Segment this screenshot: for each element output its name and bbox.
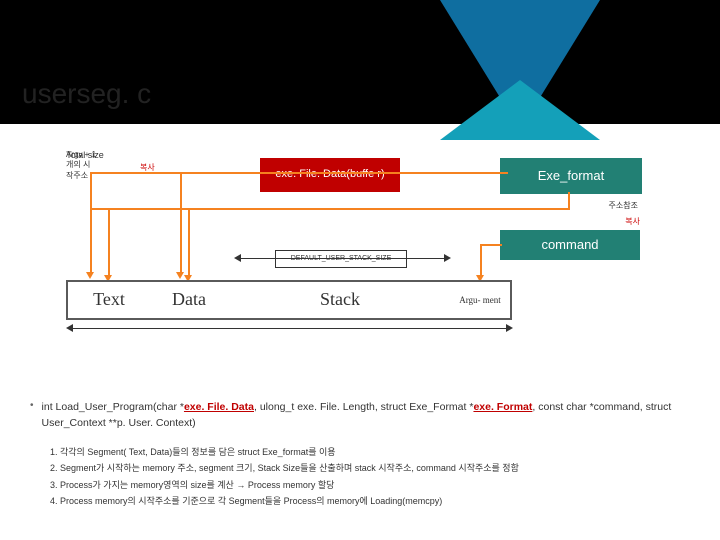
arrow-addrref-to-data [188,208,190,278]
signature-bullet: • int Load_User_Program(char *exe. File.… [30,400,690,440]
arrow-down-to-data [180,174,182,274]
arrow-down-to-text-head [86,272,94,279]
step-1: 각각의 Segment( Text, Data)들의 정보를 담은 struct… [60,446,690,459]
arrow-down-to-text [90,174,92,274]
exe-format-box: Exe_format [500,158,642,194]
arrow-addrref-h [90,208,568,210]
sig-arg-exefiledata: exe. File. Data [184,401,254,413]
command-box: command [500,230,640,260]
stack-size-span-left [234,254,241,262]
total-size-span [70,328,510,330]
sig-part-2: , ulong_t exe. File. Length, struct Exe_… [254,401,473,413]
stack-size-span-right [444,254,451,262]
step-4: Process memory의 시작주소를 기준으로 각 Segment들을 P… [60,495,690,508]
stack-size-span [238,258,448,260]
function-signature: int Load_User_Program(char *exe. File. D… [42,400,690,432]
total-size-span-left [66,324,73,332]
page-title: userseg. c [22,78,151,110]
arrow-down-to-data-head [176,272,184,279]
exe-file-data-box: exe. File. Data(buffe r) [260,158,400,192]
arrow-exe-to-segments-h [90,172,508,174]
segment-data: Data [148,280,232,320]
sig-part-1: int Load_User_Program(char * [42,401,184,413]
top-black-bar [0,0,720,70]
arrow-addrref-to-text [108,208,110,278]
step-list: 각각의 Segment( Text, Data)들의 정보를 담은 struct… [60,446,690,508]
step-3: Process가 가지는 memory영역의 size를 계산 → Proces… [60,479,690,492]
total-size-span-right [506,324,513,332]
code-description: • int Load_User_Program(char *exe. File.… [30,400,690,512]
sig-arg-exeformat: exe. Format [473,401,532,413]
segment-text: Text [66,280,152,320]
copy-label-2: 복사 [590,216,640,227]
arrow-addrref-drop [568,192,570,210]
header-decorative-wedge [440,0,600,130]
bullet-mark-icon: • [30,400,42,411]
memory-diagram: Argv + 1 개의 시작주소 복사 exe. File. Data(buff… [30,150,690,380]
slide-root: userseg. c Argv + 1 개의 시작주소 복사 exe. File… [0,0,720,540]
step-2: Segment가 시작하는 memory 주소, segment 크기, Sta… [60,462,690,475]
arrow-cmd-h [480,244,502,246]
segment-stack: Stack [230,280,452,320]
arrow-cmd-to-arg [480,244,482,278]
segment-argument: Argu- ment [450,280,512,320]
